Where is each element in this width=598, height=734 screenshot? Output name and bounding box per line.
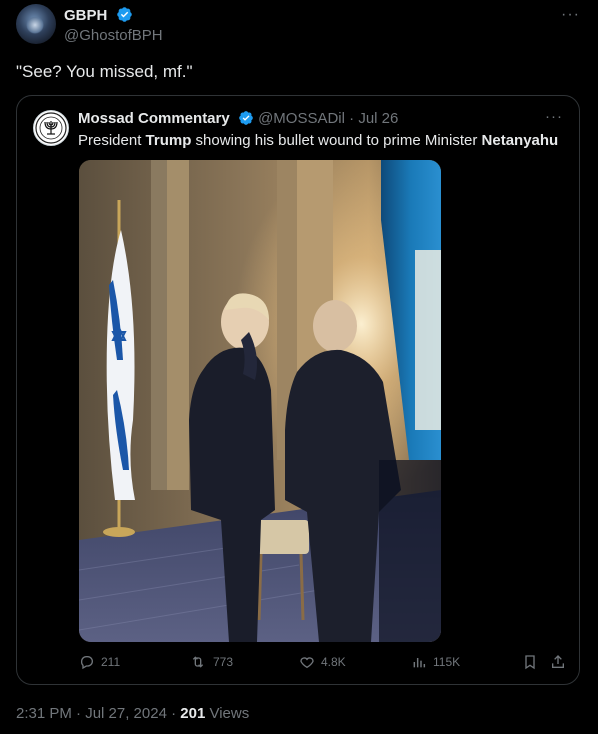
bookmark-button[interactable] <box>522 654 544 670</box>
quoted-tweet-text: President Trump showing his bullet wound… <box>78 132 558 149</box>
tweet-timestamp[interactable]: 2:31 PM · Jul 27, 2024 · <box>16 705 180 722</box>
reply-icon <box>80 656 93 670</box>
quoted-author-row[interactable]: Mossad Commentary @MOSSADil · Jul 26 <box>78 110 398 130</box>
verified-badge-icon <box>116 6 133 27</box>
tweet-views-label: Views <box>205 705 250 722</box>
like-icon <box>300 657 314 669</box>
repost-count: 773 <box>213 655 234 669</box>
quoted-text-part: showing his bullet wound to prime Minist… <box>191 132 482 149</box>
verified-badge-icon <box>238 110 254 130</box>
share-icon <box>552 655 564 668</box>
more-icon[interactable]: ··· <box>545 108 563 125</box>
repost-button[interactable]: 773 <box>189 654 233 670</box>
like-button[interactable]: 4.8K <box>299 654 346 670</box>
tweet-views-count: 201 <box>180 705 206 722</box>
quoted-author-avatar[interactable] <box>33 110 69 146</box>
quoted-tweet[interactable]: Mossad Commentary @MOSSADil · Jul 26 ···… <box>16 95 580 685</box>
quoted-author-name[interactable]: Mossad Commentary <box>78 110 230 127</box>
repost-icon <box>192 656 204 668</box>
views-button[interactable]: 115K <box>411 654 460 670</box>
bookmark-icon <box>525 655 535 670</box>
quoted-text-bold: Trump <box>145 132 192 149</box>
tweet-photo[interactable] <box>79 160 441 642</box>
quoted-text-part: President <box>78 132 146 149</box>
quoted-author-handle[interactable]: @MOSSADil <box>258 110 345 127</box>
action-bar: 211 773 4.8K 115K <box>17 654 581 676</box>
menorah-emblem-icon <box>35 112 67 144</box>
quoted-text-bold: Netanyahu <box>481 132 559 149</box>
like-count: 4.8K <box>321 655 346 669</box>
reply-count: 211 <box>101 655 121 669</box>
reply-button[interactable]: 211 <box>79 654 120 670</box>
tweet-page: GBPH @GhostofBPH ··· "See? You missed, m… <box>0 0 598 734</box>
author-name-row[interactable]: GBPH <box>64 6 133 27</box>
tweet-timestamp-line: 2:31 PM · Jul 27, 2024 · 201 Views <box>16 705 249 722</box>
tweet-text: "See? You missed, mf." <box>16 62 193 81</box>
date-separator: · <box>344 110 359 127</box>
author-handle[interactable]: @GhostofBPH <box>64 27 163 44</box>
share-button[interactable] <box>550 654 572 670</box>
more-icon[interactable]: ··· <box>561 6 580 24</box>
author-avatar[interactable] <box>16 4 56 44</box>
photo-scene <box>79 160 441 642</box>
author-name[interactable]: GBPH <box>64 7 107 24</box>
quoted-tweet-date[interactable]: Jul 26 <box>358 110 398 127</box>
views-icon <box>413 658 426 668</box>
views-count: 115K <box>433 655 461 669</box>
